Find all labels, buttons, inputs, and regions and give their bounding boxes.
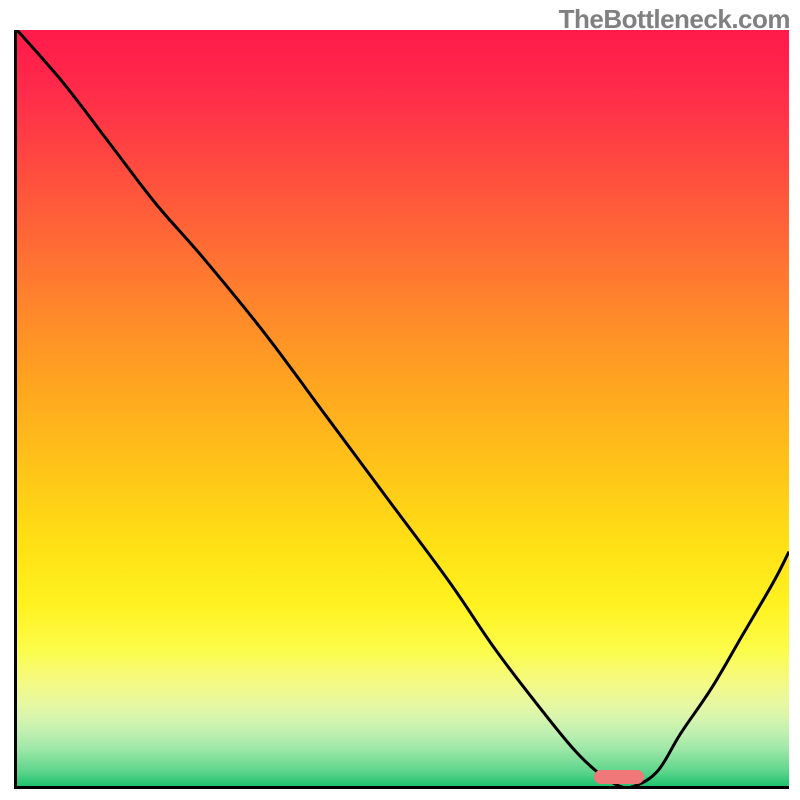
plot-area	[14, 30, 789, 789]
bottleneck-curve-path	[17, 30, 789, 786]
bottleneck-chart: TheBottleneck.com	[0, 0, 800, 800]
curve-svg	[17, 30, 789, 786]
watermark-text: TheBottleneck.com	[559, 4, 790, 35]
optimal-range-marker	[594, 770, 644, 784]
